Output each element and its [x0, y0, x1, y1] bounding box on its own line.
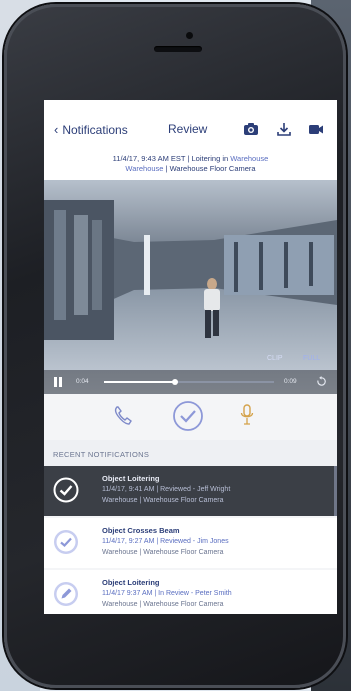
scrub-progress	[104, 381, 176, 383]
nav-bar: ‹ Notifications Review	[44, 100, 337, 150]
scrub-track[interactable]	[104, 379, 274, 385]
notification-title: Object Loitering	[102, 474, 160, 483]
notification-title: Object Crosses Beam	[102, 526, 180, 535]
playback-controls: 0:04 0:09	[44, 370, 337, 394]
scrub-handle[interactable]	[172, 379, 179, 385]
chevron-left-icon: ‹	[54, 122, 59, 137]
event-location-link[interactable]: Warehouse	[230, 154, 268, 163]
video-player[interactable]: CLIP FULL	[44, 180, 337, 394]
notification-meta: 11/4/17, 9:27 AM | Reviewed - Jim Jones	[102, 538, 229, 545]
snapshot-icon[interactable]	[243, 121, 259, 137]
section-title: RECENT NOTIFICATIONS	[53, 450, 150, 459]
camera-feed-image: CLIP FULL	[44, 180, 337, 394]
mark-reviewed-icon[interactable]	[172, 400, 204, 432]
download-icon[interactable]	[276, 121, 292, 137]
elapsed-time: 0:04	[76, 378, 89, 385]
microphone-icon[interactable]	[240, 404, 254, 428]
back-button[interactable]: ‹ Notifications	[54, 122, 128, 137]
review-actions	[44, 394, 337, 440]
check-circle-icon	[54, 530, 78, 554]
pause-icon[interactable]	[53, 377, 63, 387]
notification-title: Object Loitering	[102, 578, 160, 587]
video-camera-icon[interactable]	[308, 121, 324, 137]
replay-icon[interactable]	[316, 376, 327, 387]
app-screen: ‹ Notifications Review 11/4/17, 9:43 AM E…	[44, 100, 337, 614]
front-camera	[186, 32, 193, 39]
phone-icon[interactable]	[113, 405, 133, 427]
notification-meta: 11/4/17, 9:41 AM | Reviewed - Jeff Wrigh…	[102, 486, 231, 493]
notification-item[interactable]: Object Loitering 11/4/17, 9:41 AM | Revi…	[44, 466, 337, 516]
phone-frame: ‹ Notifications Review 11/4/17, 9:43 AM E…	[4, 4, 346, 688]
page-title: Review	[168, 122, 208, 136]
notification-item[interactable]: Object Crosses Beam 11/4/17, 9:27 AM | R…	[44, 518, 337, 568]
notification-location: Warehouse | Warehouse Floor Camera	[102, 601, 224, 608]
scrollbar[interactable]	[334, 466, 337, 516]
notification-item[interactable]: Object Loitering 11/4/17 9:37 AM | In Re…	[44, 570, 337, 614]
recent-notifications-header: RECENT NOTIFICATIONS	[44, 440, 337, 466]
notification-location: Warehouse | Warehouse Floor Camera	[102, 549, 224, 556]
event-camera-name: | Warehouse Floor Camera	[163, 164, 256, 173]
event-info-line1: 11/4/17, 9:43 AM EST | Loitering in	[112, 154, 231, 163]
event-site-link[interactable]: Warehouse	[125, 164, 163, 173]
clip-mode-toggle[interactable]: CLIP	[267, 355, 283, 362]
earpiece-speaker	[154, 46, 202, 52]
pencil-circle-icon	[54, 582, 78, 606]
full-mode-toggle[interactable]: FULL	[303, 355, 320, 362]
check-circle-icon	[53, 477, 79, 503]
back-label: Notifications	[62, 123, 128, 137]
notification-location: Warehouse | Warehouse Floor Camera	[102, 497, 224, 504]
event-info: 11/4/17, 9:43 AM EST | Loitering in Ware…	[44, 150, 337, 180]
notification-meta: 11/4/17 9:37 AM | In Review - Peter Smit…	[102, 590, 232, 597]
total-duration: 0:09	[284, 378, 297, 385]
